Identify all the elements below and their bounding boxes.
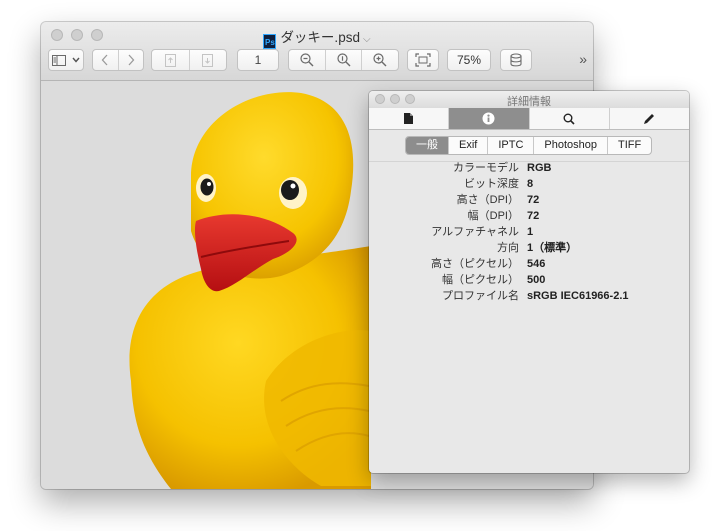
chevron-left-icon xyxy=(101,54,108,66)
subtab-iptc[interactable]: IPTC xyxy=(488,137,535,154)
property-row: 高さ（DPI） 72 xyxy=(369,192,689,208)
actual-size-button[interactable] xyxy=(324,50,362,70)
property-row: 幅（DPI） 72 xyxy=(369,208,689,224)
next-page-button[interactable] xyxy=(188,50,227,70)
search-icon xyxy=(563,113,575,125)
metadata-category-control: 一般 Exif IPTC Photoshop TIFF xyxy=(405,136,653,155)
page-number-field[interactable]: 1 xyxy=(237,49,279,71)
subtab-general[interactable]: 一般 xyxy=(406,137,449,154)
inspector-panel: 詳細情報 一般 Exif IPTC Photoshop TIFF カラーモデル R… xyxy=(369,91,689,473)
property-row: アルファチャネル 1 xyxy=(369,224,689,240)
property-key: 幅（DPI） xyxy=(467,210,519,222)
tab-info[interactable] xyxy=(449,108,530,129)
property-value: 1 xyxy=(527,226,534,238)
actual-size-icon xyxy=(336,53,350,67)
back-forward-control xyxy=(92,49,144,71)
chevron-right-icon xyxy=(128,54,135,66)
sidebar-toggle-button[interactable] xyxy=(48,49,84,71)
page-down-icon xyxy=(202,53,214,67)
inspector-title: 詳細情報 xyxy=(507,96,551,108)
property-key: 高さ（ピクセル） xyxy=(431,258,519,270)
previous-page-button[interactable] xyxy=(152,50,189,70)
back-button[interactable] xyxy=(93,50,118,70)
zoom-control xyxy=(288,49,399,71)
property-value: 72 xyxy=(527,194,540,206)
property-key: アルファチャネル xyxy=(431,226,519,238)
tab-search[interactable] xyxy=(530,108,610,129)
zoom-out-icon xyxy=(300,53,314,67)
property-value: 8 xyxy=(527,178,534,190)
tab-document[interactable] xyxy=(369,108,450,129)
window-title-area[interactable]: Ps ダッキー.psd ⌵ xyxy=(41,26,593,49)
property-value: 500 xyxy=(527,274,546,286)
sidebar-icon xyxy=(52,54,66,66)
property-row: ビット深度 8 xyxy=(369,176,689,192)
property-row: 方向 1（標準） xyxy=(369,240,689,256)
subtab-tiff[interactable]: TIFF xyxy=(608,137,651,154)
property-value: 546 xyxy=(527,258,546,270)
zoom-level-field[interactable]: 75% xyxy=(447,49,491,71)
tab-annotate[interactable] xyxy=(610,108,689,129)
zoom-out-button[interactable] xyxy=(289,50,325,70)
chevron-down-icon xyxy=(72,57,80,63)
info-icon xyxy=(482,112,495,125)
pencil-icon xyxy=(644,113,655,124)
property-key: カラーモデル xyxy=(453,162,519,174)
property-key: 高さ（DPI） xyxy=(456,194,519,206)
page-up-icon xyxy=(164,53,176,67)
chevron-down-icon: ⌵ xyxy=(362,34,371,45)
property-value: 72 xyxy=(527,210,540,222)
photoshop-file-icon: Ps xyxy=(263,34,277,49)
title-bar: Ps ダッキー.psd ⌵ 1 75% » xyxy=(41,22,593,81)
inspector-title-bar: 詳細情報 xyxy=(369,91,689,109)
zoom-to-fit-button[interactable] xyxy=(407,49,439,71)
forward-button[interactable] xyxy=(117,50,144,70)
export-button[interactable] xyxy=(500,49,532,71)
page-nav-control xyxy=(151,49,227,71)
property-row: プロファイル名 sRGB IEC61966-2.1 xyxy=(369,288,689,304)
property-row: 高さ（ピクセル） 546 xyxy=(369,256,689,272)
fit-to-window-icon xyxy=(415,53,431,67)
database-icon xyxy=(510,53,522,67)
property-value: RGB xyxy=(527,162,552,174)
properties-list: カラーモデル RGB ビット深度 8 高さ（DPI） 72 幅（DPI） 72 アルファ… xyxy=(369,160,689,304)
property-value: sRGB IEC61966-2.1 xyxy=(527,290,629,302)
property-value: 1（標準） xyxy=(527,242,578,254)
property-row: 幅（ピクセル） 500 xyxy=(369,272,689,288)
toolbar-overflow-icon[interactable]: » xyxy=(579,51,587,67)
inspector-tabs xyxy=(369,108,689,130)
subtab-photoshop[interactable]: Photoshop xyxy=(534,137,609,154)
property-key: 方向 xyxy=(497,242,519,254)
property-row: カラーモデル RGB xyxy=(369,160,689,176)
window-title: ダッキー.psd xyxy=(280,30,360,45)
property-key: プロファイル名 xyxy=(442,290,519,302)
property-key: ビット深度 xyxy=(464,178,519,190)
zoom-in-button[interactable] xyxy=(361,50,398,70)
document-icon xyxy=(404,113,414,124)
property-key: 幅（ピクセル） xyxy=(442,274,519,286)
zoom-in-icon xyxy=(373,53,387,67)
subtab-exif[interactable]: Exif xyxy=(449,137,489,154)
